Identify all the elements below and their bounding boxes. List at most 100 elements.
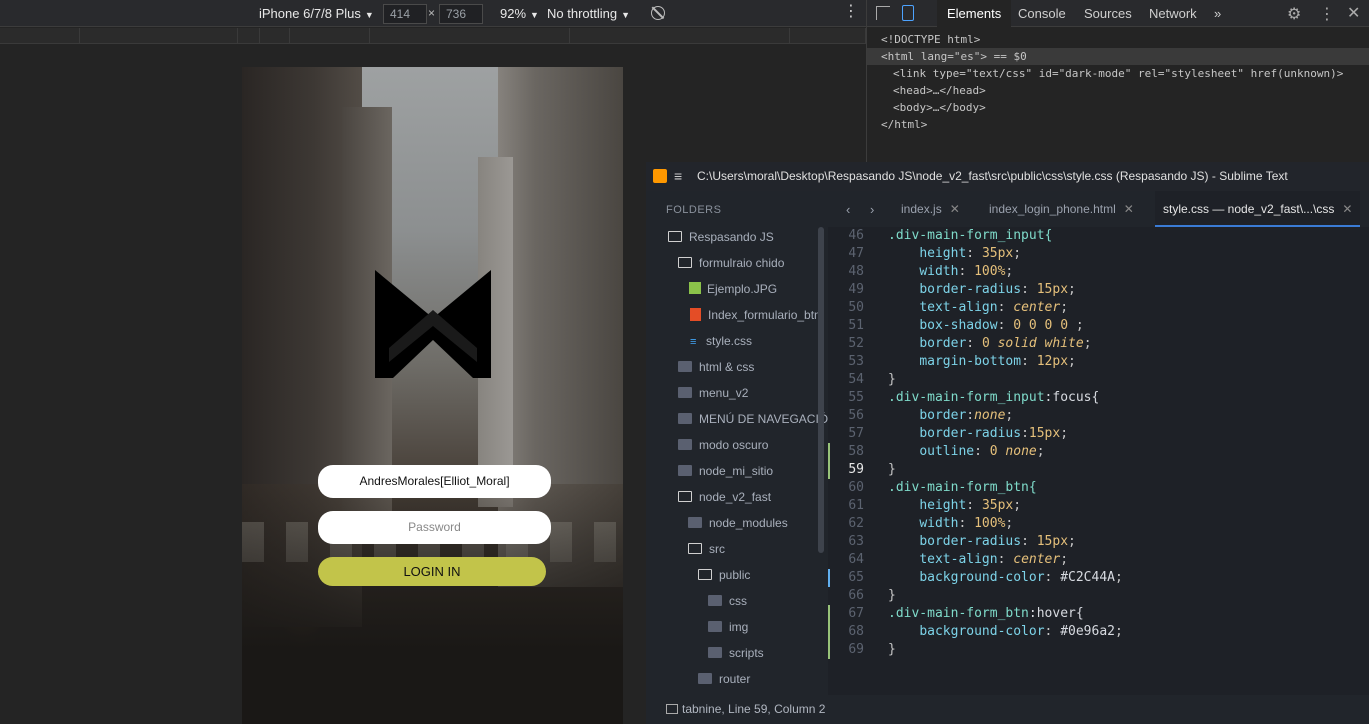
throttle-select[interactable]: No throttling ▼ bbox=[547, 6, 630, 21]
css-file-icon: ≡ bbox=[690, 336, 697, 348]
device-mode-icon[interactable] bbox=[902, 5, 914, 21]
phone-viewport: AndresMorales[Elliot_Moral] Password LOG… bbox=[242, 67, 623, 724]
tree-folder[interactable]: formulraio chido bbox=[678, 256, 784, 270]
dom-line[interactable]: <!DOCTYPE html> bbox=[867, 31, 1369, 48]
chevron-left-icon[interactable]: ‹ bbox=[846, 202, 850, 217]
rotate-icon[interactable] bbox=[651, 6, 665, 20]
inspect-icon[interactable] bbox=[876, 6, 890, 20]
folders-header: FOLDERS bbox=[666, 204, 722, 216]
tree-file[interactable]: Index_formulario_btn bbox=[690, 308, 821, 322]
sidebar-scrollbar[interactable] bbox=[818, 227, 824, 553]
tree-folder[interactable]: css bbox=[708, 594, 747, 608]
tab-elements[interactable]: Elements bbox=[937, 0, 1012, 27]
more-icon[interactable]: ⋮ bbox=[843, 4, 859, 20]
tree-file[interactable]: Ejemplo.JPG bbox=[689, 282, 777, 296]
code-line: 51 box-shadow: 0 0 0 0 ; bbox=[848, 318, 1084, 333]
tree-folder[interactable]: router bbox=[698, 672, 750, 686]
login-button[interactable]: LOGIN IN bbox=[318, 557, 546, 586]
zoom-select[interactable]: 92% ▼ bbox=[500, 6, 539, 21]
code-line: 60 .div-main-form_btn{ bbox=[848, 480, 1037, 495]
tree-folder[interactable]: scripts bbox=[708, 646, 764, 660]
folder-open-icon bbox=[678, 491, 692, 502]
folder-icon bbox=[698, 673, 712, 684]
folder-icon bbox=[678, 439, 692, 450]
dom-line[interactable]: <head>…</head> bbox=[867, 82, 1369, 99]
code-line: 64 text-align: center; bbox=[848, 552, 1069, 567]
code-line: 62 width: 100%; bbox=[848, 516, 1014, 531]
close-icon[interactable]: ✕ bbox=[1347, 3, 1360, 23]
code-line: 67 .div-main-form_btn:hover{ bbox=[828, 605, 1369, 623]
tree-folder[interactable]: MENÚ DE NAVEGACIÓN bbox=[678, 412, 828, 426]
more-tabs-icon[interactable]: » bbox=[1214, 6, 1221, 21]
times-icon: × bbox=[428, 6, 436, 20]
folder-icon bbox=[708, 595, 722, 606]
code-line: 56 border:none; bbox=[848, 408, 1014, 423]
chevron-right-icon[interactable]: › bbox=[870, 202, 874, 217]
device-toolbar: iPhone 6/7/8 Plus ▼ 414 × 736 92% ▼ No thr… bbox=[0, 0, 866, 27]
device-select[interactable]: iPhone 6/7/8 Plus ▼ bbox=[259, 6, 374, 21]
tab-sources[interactable]: Sources bbox=[1084, 6, 1132, 21]
dom-tree: <!DOCTYPE html> <html lang="es"> == $0 <… bbox=[867, 27, 1369, 133]
tree-folder[interactable]: img bbox=[708, 620, 748, 634]
code-line: 66} bbox=[848, 588, 896, 603]
folder-icon bbox=[708, 621, 722, 632]
panel-icon[interactable] bbox=[666, 704, 678, 714]
tab-network[interactable]: Network bbox=[1149, 6, 1197, 21]
code-line: 61 height: 35px; bbox=[848, 498, 1022, 513]
tree-folder[interactable]: public bbox=[698, 568, 750, 582]
tree-folder[interactable]: node_v2_fast bbox=[678, 490, 771, 504]
tree-folder[interactable]: html & css bbox=[678, 360, 754, 374]
tree-folder[interactable]: src bbox=[688, 542, 725, 556]
code-line: 55 .div-main-form_input:focus{ bbox=[848, 390, 1100, 405]
status-text: tabnine, Line 59, Column 2 bbox=[682, 702, 826, 716]
tree-folder[interactable]: Respasando JS bbox=[668, 230, 774, 244]
code-line: 52 border: 0 solid white; bbox=[848, 336, 1092, 351]
tree-folder[interactable]: node_mi_sitio bbox=[678, 464, 773, 478]
tab-style-css[interactable]: style.css — node_v2_fast\...\css ✕ bbox=[1155, 191, 1361, 227]
username-input[interactable]: AndresMorales[Elliot_Moral] bbox=[318, 465, 551, 498]
tree-folder[interactable]: modo oscuro bbox=[678, 438, 768, 452]
devtools-tabbar: Elements Console Sources Network » ⚙ ⋮ ✕ bbox=[867, 0, 1369, 27]
title-bar: ≡ C:\Users\moral\Desktop\Respasando JS\n… bbox=[646, 162, 1369, 212]
close-icon[interactable]: ✕ bbox=[1124, 202, 1134, 216]
folder-icon bbox=[708, 647, 722, 658]
code-line: 50 text-align: center; bbox=[848, 300, 1069, 315]
folder-icon bbox=[678, 387, 692, 398]
more-icon[interactable]: ⋮ bbox=[1319, 4, 1335, 24]
gear-icon[interactable]: ⚙ bbox=[1287, 4, 1301, 24]
tab-console[interactable]: Console bbox=[1018, 6, 1066, 21]
code-line: 48 width: 100%; bbox=[848, 264, 1014, 279]
tab-index-js[interactable]: index.js ✕ bbox=[901, 202, 960, 216]
folder-icon bbox=[678, 465, 692, 476]
menu-icon[interactable]: ≡ bbox=[674, 162, 682, 191]
folder-open-icon bbox=[678, 257, 692, 268]
devtools-panel: Elements Console Sources Network » ⚙ ⋮ ✕… bbox=[866, 0, 1369, 162]
tree-folder[interactable]: menu_v2 bbox=[678, 386, 748, 400]
code-editor[interactable]: 46 .div-main-form_input{ 47 height: 35px;… bbox=[828, 227, 1369, 695]
image-file-icon bbox=[689, 282, 701, 294]
tree-folder[interactable]: node_modules bbox=[688, 516, 788, 530]
html-file-icon bbox=[690, 308, 701, 321]
close-icon[interactable]: ✕ bbox=[1342, 202, 1352, 216]
code-line: 49 border-radius: 15px; bbox=[848, 282, 1076, 297]
dom-line[interactable]: <link type="text/css" id="dark-mode" rel… bbox=[867, 65, 1369, 82]
code-line-current: 59} bbox=[828, 461, 1369, 479]
dom-line-selected[interactable]: <html lang="es"> == $0 bbox=[867, 48, 1369, 65]
code-line: 58 outline: 0 none; bbox=[828, 443, 1369, 461]
close-icon[interactable]: ✕ bbox=[950, 202, 960, 216]
code-line: 53 margin-bottom: 12px; bbox=[848, 354, 1076, 369]
tab-index-login-phone[interactable]: index_login_phone.html ✕ bbox=[989, 202, 1134, 216]
width-input[interactable]: 414 bbox=[383, 4, 427, 24]
tree-file[interactable]: ≡ style.css bbox=[690, 334, 752, 348]
code-line: 46 .div-main-form_input{ bbox=[848, 228, 1053, 243]
folder-open-icon bbox=[698, 569, 712, 580]
screen: iPhone 6/7/8 Plus ▼ 414 × 736 92% ▼ No thr… bbox=[0, 0, 1369, 724]
code-line: 54} bbox=[848, 372, 896, 387]
dom-line[interactable]: </html> bbox=[867, 116, 1369, 133]
code-line: 47 height: 35px; bbox=[848, 246, 1022, 261]
height-input[interactable]: 736 bbox=[439, 4, 483, 24]
dom-line[interactable]: <body>…</body> bbox=[867, 99, 1369, 116]
folder-sidebar: FOLDERS Respasando JS formulraio chido E… bbox=[646, 191, 828, 695]
folder-icon bbox=[678, 361, 692, 372]
password-input[interactable]: Password bbox=[318, 511, 551, 544]
